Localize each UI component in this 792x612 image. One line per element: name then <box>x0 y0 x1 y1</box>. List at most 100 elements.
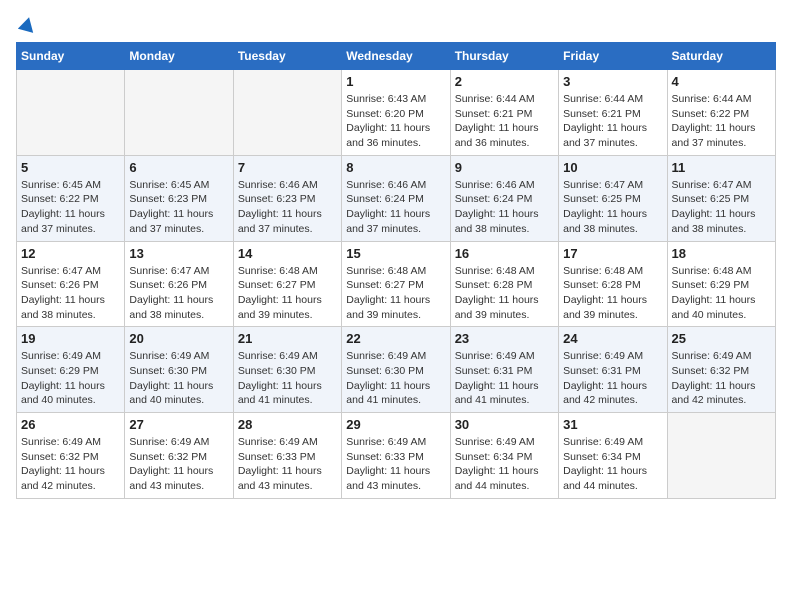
calendar-cell: 13 Sunrise: 6:47 AMSunset: 6:26 PMDayligh… <box>125 241 233 327</box>
day-info: Sunrise: 6:49 AMSunset: 6:30 PMDaylight:… <box>238 349 337 408</box>
calendar-cell: 30 Sunrise: 6:49 AMSunset: 6:34 PMDayligh… <box>450 413 558 499</box>
day-number: 4 <box>672 74 771 89</box>
calendar-cell <box>667 413 775 499</box>
calendar-cell: 10 Sunrise: 6:47 AMSunset: 6:25 PMDayligh… <box>559 155 667 241</box>
calendar-cell: 24Sunrise: 6:49 AMSunset: 6:31 PMDayligh… <box>559 327 667 413</box>
calendar-week-row: 12 Sunrise: 6:47 AMSunset: 6:26 PMDayligh… <box>17 241 776 327</box>
day-number: 28 <box>238 417 337 432</box>
calendar-cell: 16 Sunrise: 6:48 AMSunset: 6:28 PMDayligh… <box>450 241 558 327</box>
day-number: 3 <box>563 74 662 89</box>
day-info: Sunrise: 6:49 AMSunset: 6:32 PMDaylight:… <box>672 349 771 408</box>
calendar-cell: 20 Sunrise: 6:49 AMSunset: 6:30 PMDayligh… <box>125 327 233 413</box>
page-header <box>16 16 776 30</box>
calendar-cell: 5 Sunrise: 6:45 AMSunset: 6:22 PMDaylight… <box>17 155 125 241</box>
day-info: Sunrise: 6:46 AMSunset: 6:23 PMDaylight:… <box>238 178 337 237</box>
weekday-header-sunday: Sunday <box>17 43 125 70</box>
calendar-cell: 19 Sunrise: 6:49 AMSunset: 6:29 PMDayligh… <box>17 327 125 413</box>
calendar-cell: 25 Sunrise: 6:49 AMSunset: 6:32 PMDayligh… <box>667 327 775 413</box>
day-number: 6 <box>129 160 228 175</box>
day-number: 30 <box>455 417 554 432</box>
day-info: Sunrise: 6:49 AMSunset: 6:30 PMDaylight:… <box>346 349 445 408</box>
day-number: 20 <box>129 331 228 346</box>
calendar-cell: 28 Sunrise: 6:49 AMSunset: 6:33 PMDayligh… <box>233 413 341 499</box>
calendar-cell: 11 Sunrise: 6:47 AMSunset: 6:25 PMDayligh… <box>667 155 775 241</box>
day-info: Sunrise: 6:47 AMSunset: 6:26 PMDaylight:… <box>21 264 120 323</box>
calendar-cell: 23 Sunrise: 6:49 AMSunset: 6:31 PMDayligh… <box>450 327 558 413</box>
day-number: 10 <box>563 160 662 175</box>
day-number: 16 <box>455 246 554 261</box>
day-info: Sunrise: 6:49 AMSunset: 6:30 PMDaylight:… <box>129 349 228 408</box>
day-number: 21 <box>238 331 337 346</box>
calendar-cell: 3Sunrise: 6:44 AMSunset: 6:21 PMDaylight… <box>559 70 667 156</box>
weekday-header-saturday: Saturday <box>667 43 775 70</box>
day-number: 27 <box>129 417 228 432</box>
day-number: 7 <box>238 160 337 175</box>
day-info: Sunrise: 6:49 AMSunset: 6:33 PMDaylight:… <box>238 435 337 494</box>
day-info: Sunrise: 6:48 AMSunset: 6:28 PMDaylight:… <box>563 264 662 323</box>
logo-triangle-icon <box>18 16 36 34</box>
day-info: Sunrise: 6:45 AMSunset: 6:22 PMDaylight:… <box>21 178 120 237</box>
day-info: Sunrise: 6:49 AMSunset: 6:34 PMDaylight:… <box>455 435 554 494</box>
calendar-cell: 9Sunrise: 6:46 AMSunset: 6:24 PMDaylight… <box>450 155 558 241</box>
calendar-cell: 8Sunrise: 6:46 AMSunset: 6:24 PMDaylight… <box>342 155 450 241</box>
day-number: 17 <box>563 246 662 261</box>
weekday-header-wednesday: Wednesday <box>342 43 450 70</box>
day-info: Sunrise: 6:49 AMSunset: 6:33 PMDaylight:… <box>346 435 445 494</box>
logo <box>16 16 36 30</box>
calendar-week-row: 5 Sunrise: 6:45 AMSunset: 6:22 PMDaylight… <box>17 155 776 241</box>
day-info: Sunrise: 6:47 AMSunset: 6:25 PMDaylight:… <box>672 178 771 237</box>
day-number: 26 <box>21 417 120 432</box>
calendar-cell: 26 Sunrise: 6:49 AMSunset: 6:32 PMDayligh… <box>17 413 125 499</box>
day-info: Sunrise: 6:49 AMSunset: 6:31 PMDaylight:… <box>563 349 662 408</box>
calendar-cell: 18 Sunrise: 6:48 AMSunset: 6:29 PMDayligh… <box>667 241 775 327</box>
day-info: Sunrise: 6:46 AMSunset: 6:24 PMDaylight:… <box>346 178 445 237</box>
day-info: Sunrise: 6:48 AMSunset: 6:28 PMDaylight:… <box>455 264 554 323</box>
calendar-cell: 15 Sunrise: 6:48 AMSunset: 6:27 PMDayligh… <box>342 241 450 327</box>
day-number: 11 <box>672 160 771 175</box>
day-number: 19 <box>21 331 120 346</box>
day-number: 29 <box>346 417 445 432</box>
calendar-header-row: SundayMondayTuesdayWednesdayThursdayFrid… <box>17 43 776 70</box>
calendar-cell: 14 Sunrise: 6:48 AMSunset: 6:27 PMDayligh… <box>233 241 341 327</box>
day-info: Sunrise: 6:48 AMSunset: 6:29 PMDaylight:… <box>672 264 771 323</box>
day-info: Sunrise: 6:49 AMSunset: 6:32 PMDaylight:… <box>129 435 228 494</box>
day-number: 15 <box>346 246 445 261</box>
calendar-cell <box>233 70 341 156</box>
day-number: 18 <box>672 246 771 261</box>
calendar-cell: 4 Sunrise: 6:44 AMSunset: 6:22 PMDaylight… <box>667 70 775 156</box>
day-number: 14 <box>238 246 337 261</box>
day-info: Sunrise: 6:45 AMSunset: 6:23 PMDaylight:… <box>129 178 228 237</box>
day-number: 5 <box>21 160 120 175</box>
day-number: 9 <box>455 160 554 175</box>
calendar-cell <box>17 70 125 156</box>
day-info: Sunrise: 6:48 AMSunset: 6:27 PMDaylight:… <box>346 264 445 323</box>
day-info: Sunrise: 6:44 AMSunset: 6:22 PMDaylight:… <box>672 92 771 151</box>
day-info: Sunrise: 6:47 AMSunset: 6:26 PMDaylight:… <box>129 264 228 323</box>
calendar-table: SundayMondayTuesdayWednesdayThursdayFrid… <box>16 42 776 499</box>
day-number: 22 <box>346 331 445 346</box>
day-info: Sunrise: 6:44 AMSunset: 6:21 PMDaylight:… <box>455 92 554 151</box>
day-info: Sunrise: 6:47 AMSunset: 6:25 PMDaylight:… <box>563 178 662 237</box>
day-info: Sunrise: 6:49 AMSunset: 6:29 PMDaylight:… <box>21 349 120 408</box>
day-number: 13 <box>129 246 228 261</box>
day-info: Sunrise: 6:49 AMSunset: 6:32 PMDaylight:… <box>21 435 120 494</box>
weekday-header-tuesday: Tuesday <box>233 43 341 70</box>
day-info: Sunrise: 6:48 AMSunset: 6:27 PMDaylight:… <box>238 264 337 323</box>
day-number: 2 <box>455 74 554 89</box>
calendar-cell: 6 Sunrise: 6:45 AMSunset: 6:23 PMDaylight… <box>125 155 233 241</box>
calendar-cell: 22 Sunrise: 6:49 AMSunset: 6:30 PMDayligh… <box>342 327 450 413</box>
day-number: 25 <box>672 331 771 346</box>
weekday-header-thursday: Thursday <box>450 43 558 70</box>
calendar-cell: 17 Sunrise: 6:48 AMSunset: 6:28 PMDayligh… <box>559 241 667 327</box>
calendar-cell: 12 Sunrise: 6:47 AMSunset: 6:26 PMDayligh… <box>17 241 125 327</box>
calendar-week-row: 26 Sunrise: 6:49 AMSunset: 6:32 PMDayligh… <box>17 413 776 499</box>
calendar-cell: 29 Sunrise: 6:49 AMSunset: 6:33 PMDayligh… <box>342 413 450 499</box>
calendar-cell: 2 Sunrise: 6:44 AMSunset: 6:21 PMDaylight… <box>450 70 558 156</box>
calendar-week-row: 1 Sunrise: 6:43 AMSunset: 6:20 PMDaylight… <box>17 70 776 156</box>
day-number: 12 <box>21 246 120 261</box>
day-info: Sunrise: 6:43 AMSunset: 6:20 PMDaylight:… <box>346 92 445 151</box>
day-number: 1 <box>346 74 445 89</box>
calendar-cell: 7 Sunrise: 6:46 AMSunset: 6:23 PMDaylight… <box>233 155 341 241</box>
day-number: 23 <box>455 331 554 346</box>
day-info: Sunrise: 6:49 AMSunset: 6:31 PMDaylight:… <box>455 349 554 408</box>
